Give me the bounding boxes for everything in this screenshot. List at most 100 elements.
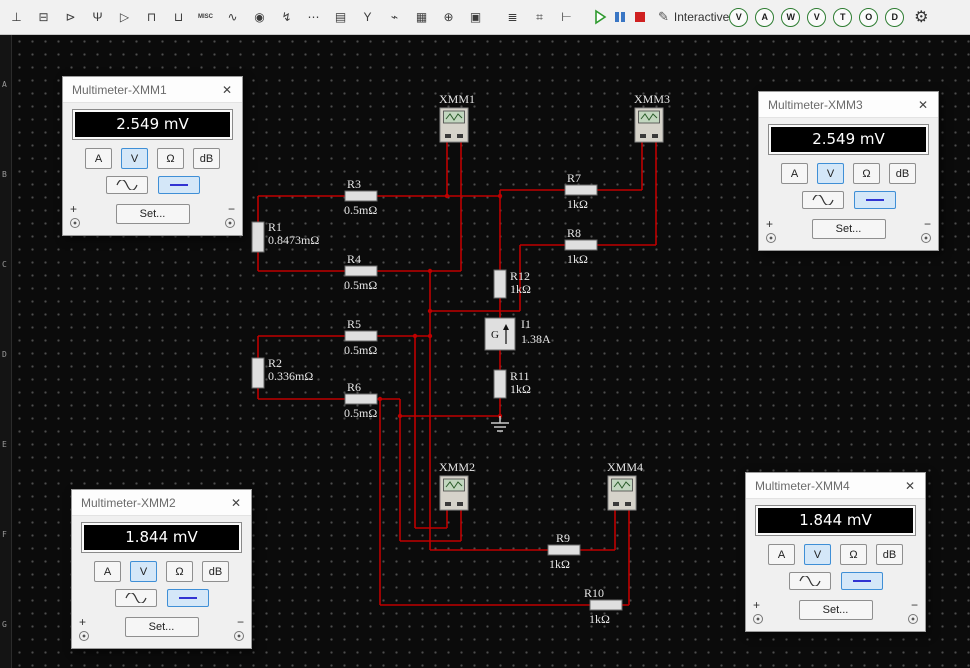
place-transistor-icon[interactable]: Ψ — [85, 5, 110, 30]
resistor-R3[interactable] — [344, 190, 378, 202]
place-indicator-icon[interactable]: ◉ — [247, 5, 272, 30]
resistor-label: R11 — [510, 369, 530, 383]
edit-toolbar: ≣ ⌗ ⊢ — [499, 5, 580, 30]
mode-db-button[interactable]: dB — [876, 544, 903, 565]
resistor-R5[interactable] — [344, 330, 378, 342]
place-peripherals-icon[interactable]: ▤ — [328, 5, 353, 30]
voltage-current-probe-icon[interactable]: V — [807, 7, 827, 27]
place-rf-icon[interactable]: Y — [355, 5, 380, 30]
current-probe-icon[interactable]: A — [755, 7, 775, 27]
source-symbol: G — [491, 329, 499, 341]
dc-mode-button[interactable] — [853, 191, 896, 209]
close-icon[interactable]: ✕ — [899, 479, 921, 493]
set-button[interactable]: Set... — [124, 617, 199, 637]
close-icon[interactable]: ✕ — [225, 496, 247, 510]
resistor-R8[interactable] — [564, 239, 598, 251]
place-cmos-icon[interactable]: ⊔ — [166, 5, 191, 30]
resistor-R10[interactable] — [589, 599, 623, 611]
mode-volt-button[interactable]: V — [804, 544, 831, 565]
place-ttl-icon[interactable]: ⊓ — [139, 5, 164, 30]
place-analog-icon[interactable]: ▷ — [112, 5, 137, 30]
dc-mode-button[interactable] — [166, 589, 209, 607]
stop-simulation-button[interactable] — [632, 6, 648, 28]
place-mcu-icon[interactable]: ▣ — [463, 5, 488, 30]
interactive-mode-select[interactable]: ✎ Interactive — [658, 9, 729, 25]
power-probe-icon[interactable]: W — [781, 7, 801, 27]
mode-ohm-button[interactable]: Ω — [853, 163, 880, 184]
probe-settings-gear-icon[interactable]: ⚙ — [911, 7, 931, 27]
resistor-R2[interactable] — [251, 357, 265, 389]
ground-symbol[interactable] — [491, 416, 509, 432]
ac-mode-button[interactable] — [788, 572, 831, 590]
place-connector-icon[interactable]: ⊕ — [436, 5, 461, 30]
set-button[interactable]: Set... — [811, 219, 886, 239]
window-titlebar[interactable]: Multimeter-XMM2 ✕ — [72, 490, 251, 516]
dc-line-icon — [178, 597, 197, 599]
digital-probe-icon[interactable]: D — [885, 7, 905, 27]
resistor-value: 0.5mΩ — [344, 343, 377, 357]
place-diode-icon[interactable]: ⊳ — [58, 5, 83, 30]
mode-ampere-button[interactable]: A — [85, 148, 112, 169]
resistor-R9[interactable] — [547, 544, 581, 556]
oscilloscope-probe-icon[interactable]: O — [859, 7, 879, 27]
resistor-R12[interactable] — [493, 269, 507, 299]
mode-volt-button[interactable]: V — [130, 561, 157, 582]
mode-db-button[interactable]: dB — [889, 163, 916, 184]
pause-simulation-button[interactable] — [612, 6, 628, 28]
resistor-R11[interactable] — [493, 369, 507, 399]
meter-icon-xmm3[interactable] — [634, 107, 664, 143]
resistor-R1[interactable] — [251, 221, 265, 253]
window-titlebar[interactable]: Multimeter-XMM1 ✕ — [63, 77, 242, 103]
mode-volt-button[interactable]: V — [121, 148, 148, 169]
circuit-wires[interactable] — [257, 142, 657, 606]
ladder-diagram-icon[interactable]: ≣ — [500, 5, 525, 30]
dc-mode-button[interactable] — [157, 176, 200, 194]
place-power-icon[interactable]: ↯ — [274, 5, 299, 30]
bus-icon[interactable]: ⊢ — [554, 5, 579, 30]
meter-icon-xmm4[interactable] — [607, 475, 637, 511]
place-mixed-icon[interactable]: ∿ — [220, 5, 245, 30]
mode-db-button[interactable]: dB — [193, 148, 220, 169]
set-button[interactable]: Set... — [798, 600, 873, 620]
run-simulation-button[interactable] — [592, 6, 608, 28]
mode-ampere-button[interactable]: A — [781, 163, 808, 184]
mode-ohm-button[interactable]: Ω — [157, 148, 184, 169]
probe-toolbar: V A W V T O D ⚙ — [729, 7, 931, 27]
resistor-R6[interactable] — [344, 393, 378, 405]
voltage-probe-icon[interactable]: V — [729, 7, 749, 27]
place-misc-digital-icon[interactable]: MISC — [193, 5, 218, 30]
meter-icon-xmm2[interactable] — [439, 475, 469, 511]
mode-volt-button[interactable]: V — [817, 163, 844, 184]
ac-mode-button[interactable] — [114, 589, 157, 607]
close-icon[interactable]: ✕ — [912, 98, 934, 112]
ac-mode-button[interactable] — [105, 176, 148, 194]
window-titlebar[interactable]: Multimeter-XMM4 ✕ — [746, 473, 925, 499]
set-button[interactable]: Set... — [115, 204, 190, 224]
hierarchical-block-icon[interactable]: ⌗ — [527, 5, 552, 30]
dc-mode-button[interactable] — [840, 572, 883, 590]
sheet-row-label: D — [2, 350, 7, 359]
mode-ohm-button[interactable]: Ω — [166, 561, 193, 582]
resistor-label: R4 — [347, 252, 361, 266]
resistor-R7[interactable] — [564, 184, 598, 196]
place-ni-component-icon[interactable]: ▦ — [409, 5, 434, 30]
ac-mode-button[interactable] — [801, 191, 844, 209]
resistor-R4[interactable] — [344, 265, 378, 277]
mode-ampere-button[interactable]: A — [94, 561, 121, 582]
meter-icon-xmm1[interactable] — [439, 107, 469, 143]
close-icon[interactable]: ✕ — [216, 83, 238, 97]
mode-db-button[interactable]: dB — [202, 561, 229, 582]
mode-ampere-button[interactable]: A — [768, 544, 795, 565]
voltage-ref-probe-icon[interactable]: T — [833, 7, 853, 27]
window-titlebar[interactable]: Multimeter-XMM3 ✕ — [759, 92, 938, 118]
place-electromech-icon[interactable]: ⌁ — [382, 5, 407, 30]
resistor-value: 1kΩ — [510, 382, 531, 396]
mode-ohm-button[interactable]: Ω — [840, 544, 867, 565]
meter-reading: 1.844 mV — [755, 505, 916, 536]
place-basic-icon[interactable]: ⊟ — [31, 5, 56, 30]
place-misc-icon[interactable]: ⋯ — [301, 5, 326, 30]
resistor-value: 1kΩ — [567, 252, 588, 266]
resistor-label: R7 — [567, 171, 581, 185]
current-source-I1[interactable]: G — [484, 317, 516, 351]
place-source-icon[interactable]: ⊥ — [4, 5, 29, 30]
